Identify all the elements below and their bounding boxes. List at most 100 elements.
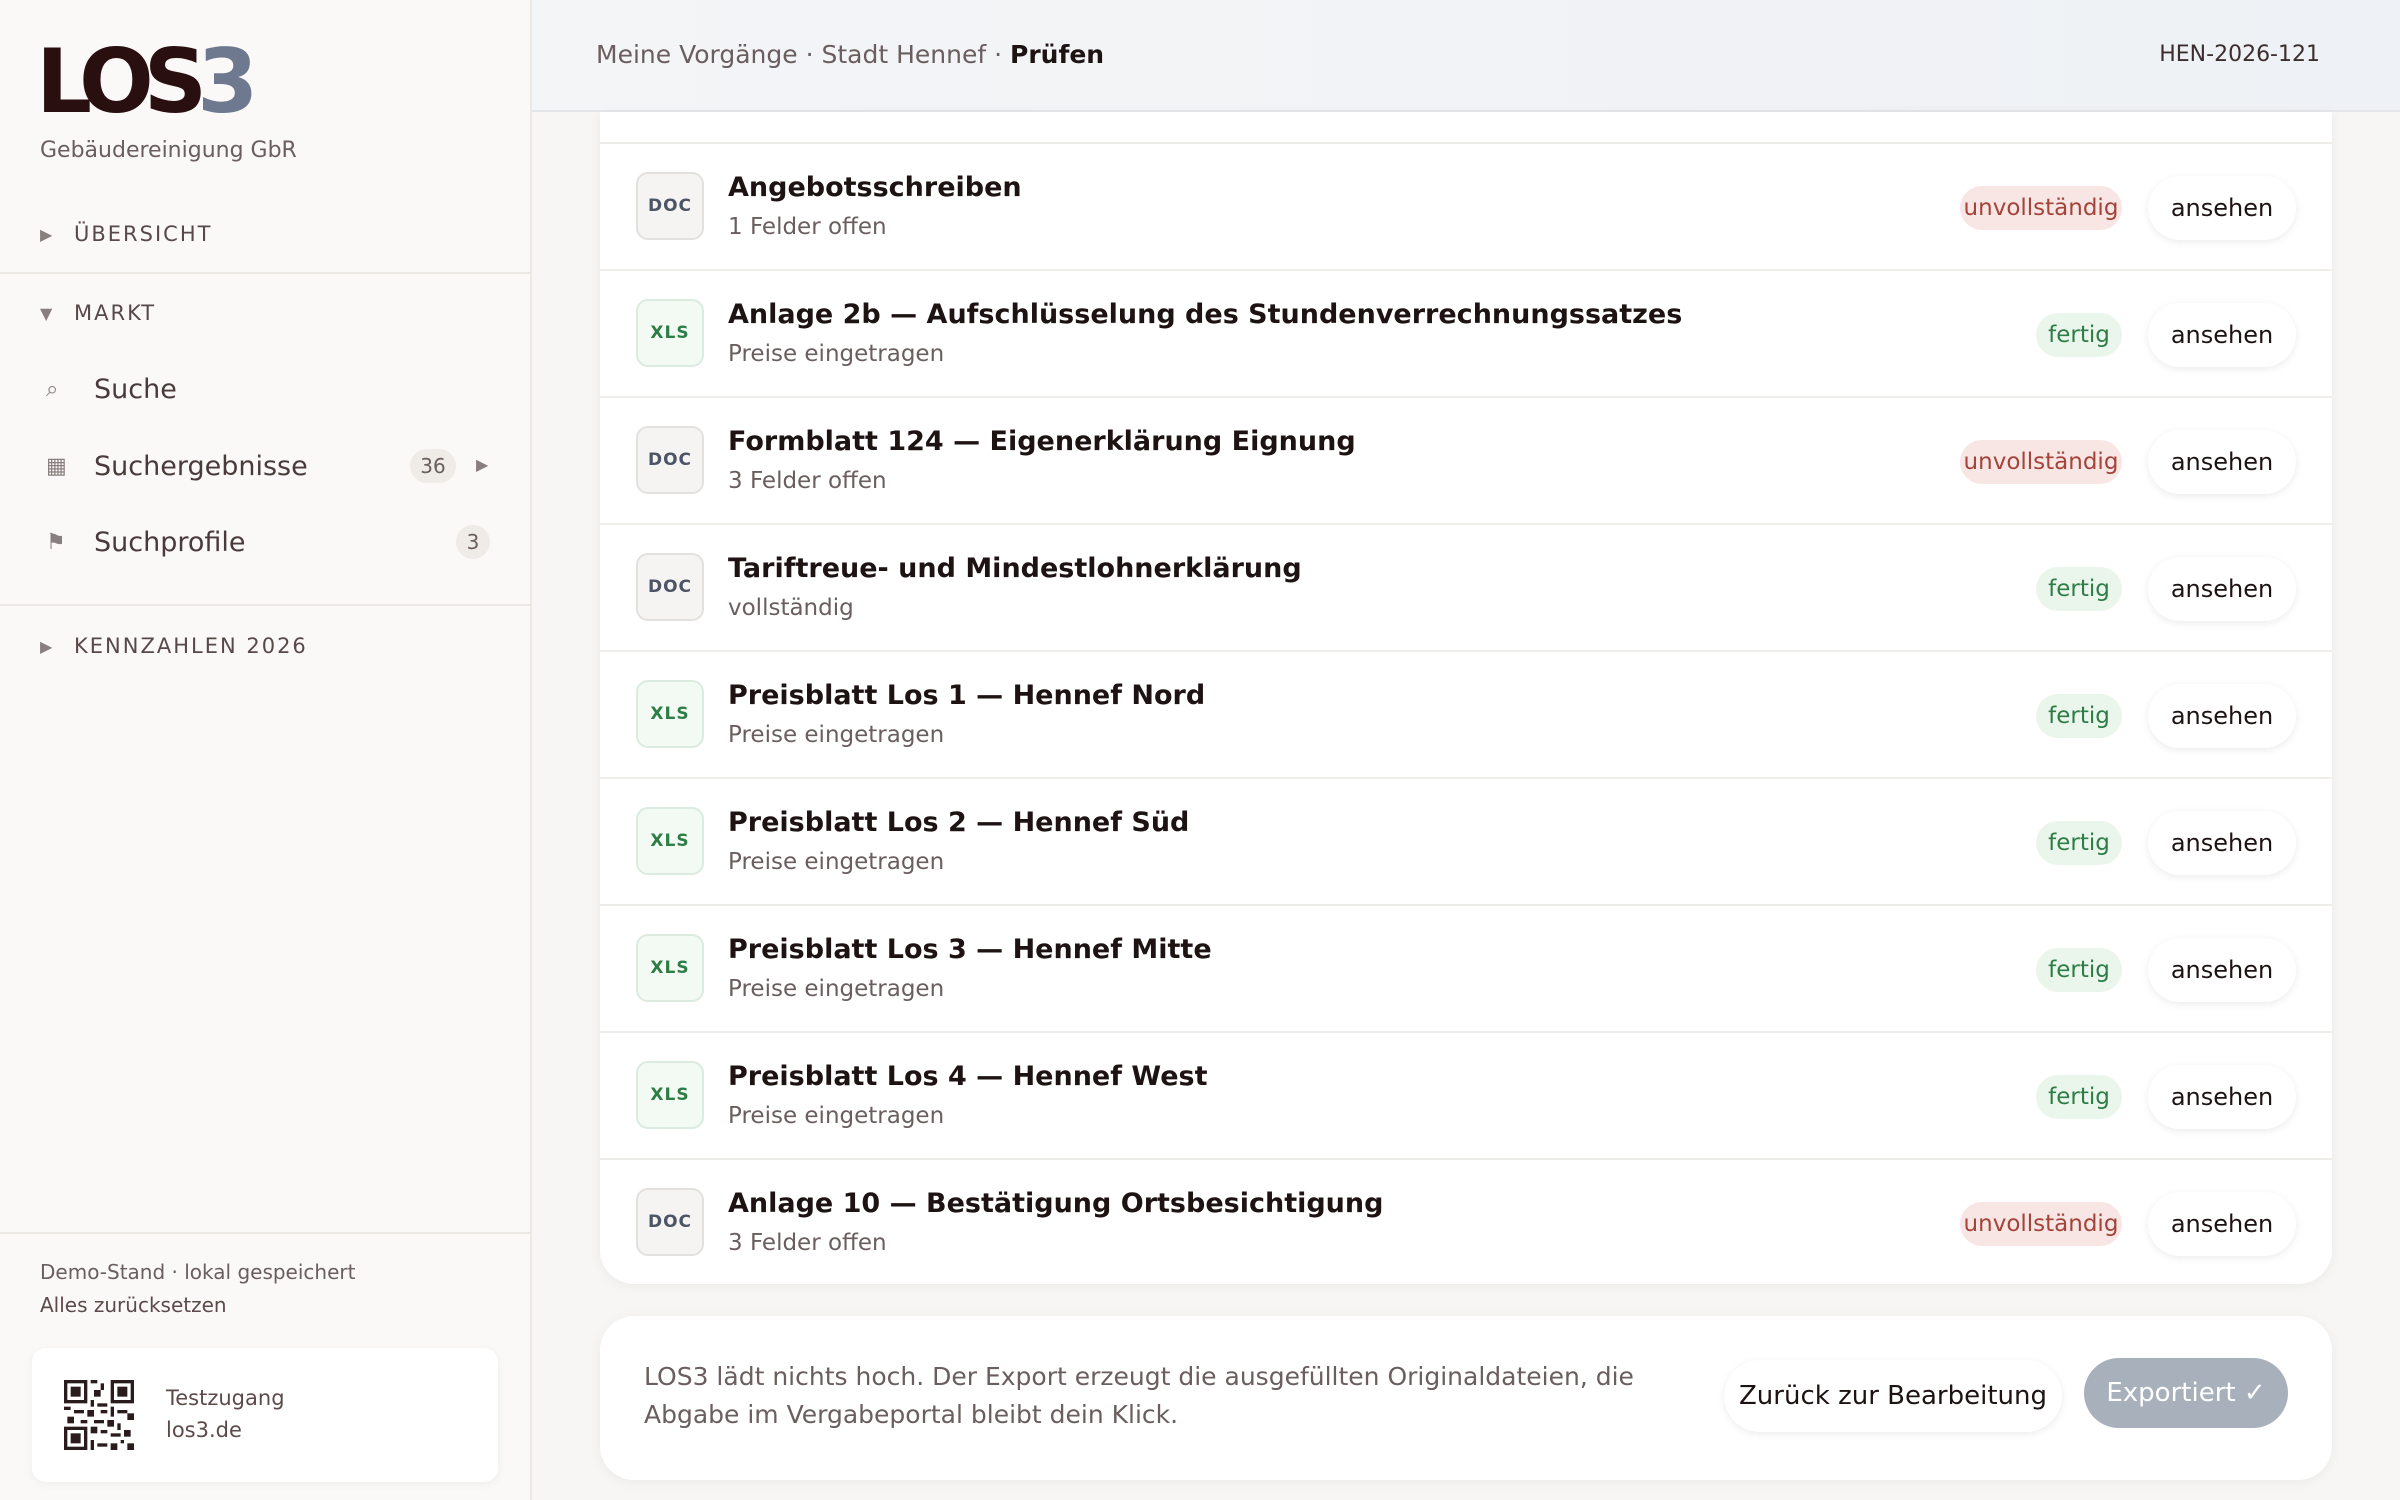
status-badge: fertig xyxy=(2036,567,2122,611)
xls-file-icon: XLS xyxy=(636,934,704,1002)
breadcrumb-separator: · xyxy=(986,40,1011,69)
document-subtitle: Preise eingetragen xyxy=(728,341,945,367)
document-title: Angebotsschreiben xyxy=(728,172,1022,203)
status-badge: unvollständig xyxy=(1960,440,2122,484)
demo-status: Demo-Stand · lokal gespeichert xyxy=(40,1260,356,1284)
breadcrumb: Meine Vorgänge · Stadt Hennef · Prüfen xyxy=(596,40,1104,69)
view-button[interactable]: ansehen xyxy=(2148,176,2296,240)
sidebar-item-label: Suchergebnisse xyxy=(94,450,308,482)
document-title: Tariftreue- und Mindestlohnerklärung xyxy=(728,553,1302,584)
view-button[interactable]: ansehen xyxy=(2148,1065,2296,1129)
sidebar-item-label: Suche xyxy=(94,373,177,405)
document-row: DOC Anlage 10 — Bestätigung Ortsbesichtig… xyxy=(600,1160,2332,1284)
document-title: Anlage 10 — Bestätigung Ortsbesichtigung xyxy=(728,1188,1384,1219)
top-bar: Meine Vorgänge · Stadt Hennef · Prüfen H… xyxy=(532,0,2400,112)
flag-icon: ⚑ xyxy=(46,529,66,555)
document-subtitle: 3 Felder offen xyxy=(728,468,887,494)
nav-section-label: ÜBERSICHT xyxy=(74,222,213,246)
document-row: DOC Angebotsschreiben 1 Felder offen unvoll… xyxy=(600,144,2332,271)
xls-file-icon: XLS xyxy=(636,680,704,748)
breadcrumb-current: Prüfen xyxy=(1010,40,1105,69)
search-icon: ⌕ xyxy=(46,376,59,402)
xls-file-icon: XLS xyxy=(636,1061,704,1129)
count-badge: 3 xyxy=(456,525,490,559)
document-row: DOC Tariftreue- und Mindestlohnerklärung v… xyxy=(600,525,2332,652)
document-subtitle: Preise eingetragen xyxy=(728,849,945,875)
sidebar-item-suchergebnisse[interactable]: ▦ Suchergebnisse 36 ▶ xyxy=(0,433,532,499)
document-row: XLS Anlage 2b — Aufschlüsselung des Stund… xyxy=(600,271,2332,398)
document-title: Preisblatt Los 3 — Hennef Mitte xyxy=(728,934,1212,965)
caret-right-icon[interactable]: ▶ xyxy=(476,455,488,474)
sidebar-item-suchprofile[interactable]: ⚑ Suchprofile 3 xyxy=(0,509,532,575)
view-button[interactable]: ansehen xyxy=(2148,684,2296,748)
status-badge: fertig xyxy=(2036,948,2122,992)
document-subtitle: 1 Felder offen xyxy=(728,214,887,240)
status-badge: unvollständig xyxy=(1960,186,2122,230)
document-row: XLS Preisblatt Los 4 — Hennef West Preise … xyxy=(600,1033,2332,1160)
breadcrumb-separator: · xyxy=(797,40,822,69)
export-button[interactable]: Exportiert ✓ xyxy=(2084,1358,2288,1428)
test-access-card[interactable]: Testzugang los3.de xyxy=(32,1348,498,1482)
view-button[interactable]: ansehen xyxy=(2148,303,2296,367)
sidebar-item-suche[interactable]: ⌕ Suche xyxy=(0,356,532,422)
qr-code-icon xyxy=(64,1380,134,1450)
status-badge: fertig xyxy=(2036,1075,2122,1119)
doc-file-icon: DOC xyxy=(636,426,704,494)
xls-file-icon: XLS xyxy=(636,807,704,875)
company-name: Gebäudereinigung GbR xyxy=(40,138,297,163)
document-subtitle: Preise eingetragen xyxy=(728,722,945,748)
sidebar: LOS3 Gebäudereinigung GbR ▶ ÜBERSICHT ▼ … xyxy=(0,0,532,1500)
caret-right-icon: ▶ xyxy=(40,224,55,244)
document-title: Formblatt 124 — Eigenerklärung Eignung xyxy=(728,426,1356,457)
view-button[interactable]: ansehen xyxy=(2148,430,2296,494)
back-to-edit-button[interactable]: Zurück zur Bearbeitung xyxy=(1724,1360,2062,1432)
divider xyxy=(0,604,532,606)
document-subtitle: Preise eingetragen xyxy=(728,1103,945,1129)
status-badge: fertig xyxy=(2036,313,2122,357)
xls-file-icon: XLS xyxy=(636,299,704,367)
test-access-label: Testzugang xyxy=(166,1386,285,1410)
view-button[interactable]: ansehen xyxy=(2148,1192,2296,1256)
logo: LOS3 xyxy=(36,38,258,126)
export-note: LOS3 lädt nichts hoch. Der Export erzeug… xyxy=(644,1362,1634,1429)
export-panel: LOS3 lädt nichts hoch. Der Export erzeug… xyxy=(600,1316,2332,1480)
document-title: Preisblatt Los 1 — Hennef Nord xyxy=(728,680,1206,711)
doc-file-icon: DOC xyxy=(636,553,704,621)
document-subtitle: vollständig xyxy=(728,595,854,621)
divider xyxy=(0,272,532,274)
count-badge: 36 xyxy=(410,449,456,483)
test-access-url: los3.de xyxy=(166,1418,242,1442)
status-badge: fertig xyxy=(2036,694,2122,738)
doc-file-icon: DOC xyxy=(636,1188,704,1256)
view-button[interactable]: ansehen xyxy=(2148,557,2296,621)
document-subtitle: Preise eingetragen xyxy=(728,976,945,1002)
logo-accent: 3 xyxy=(197,30,258,133)
document-row: XLS Preisblatt Los 3 — Hennef Mitte Preise… xyxy=(600,906,2332,1033)
nav-section-uebersicht[interactable]: ▶ ÜBERSICHT xyxy=(0,198,532,270)
document-title: Anlage 2b — Aufschlüsselung des Stundenv… xyxy=(728,299,1683,330)
case-id: HEN-2026-121 xyxy=(2159,42,2320,67)
view-button[interactable]: ansehen xyxy=(2148,811,2296,875)
breadcrumb-item-vorgaenge[interactable]: Meine Vorgänge xyxy=(596,40,798,69)
document-title: Preisblatt Los 2 — Hennef Süd xyxy=(728,807,1190,838)
document-subtitle: 3 Felder offen xyxy=(728,1230,887,1256)
document-row: DOC Formblatt 124 — Eigenerklärung Eignun… xyxy=(600,398,2332,525)
status-badge: fertig xyxy=(2036,821,2122,865)
status-badge: unvollständig xyxy=(1960,1202,2122,1246)
doc-file-icon: DOC xyxy=(636,172,704,240)
view-button[interactable]: ansehen xyxy=(2148,938,2296,1002)
document-list: DOC Angebotsschreiben 1 Felder offen unvoll… xyxy=(600,112,2332,1284)
document-row: XLS Preisblatt Los 2 — Hennef Süd Preise e… xyxy=(600,779,2332,906)
breadcrumb-item-stadt[interactable]: Stadt Hennef xyxy=(822,40,987,69)
grid-icon: ▦ xyxy=(46,453,67,479)
caret-down-icon: ▼ xyxy=(40,303,55,323)
nav-section-label: MARKT xyxy=(74,301,157,325)
caret-right-icon: ▶ xyxy=(40,636,55,656)
reset-link[interactable]: Alles zurücksetzen xyxy=(40,1293,227,1317)
divider xyxy=(0,1232,532,1234)
nav-section-markt[interactable]: ▼ MARKT xyxy=(0,277,532,349)
logo-main: LOS xyxy=(36,30,207,133)
nav-section-kennzahlen[interactable]: ▶ KENNZAHLEN 2026 xyxy=(0,610,532,682)
document-row: XLS Preisblatt Los 1 — Hennef Nord Preise … xyxy=(600,652,2332,779)
document-title: Preisblatt Los 4 — Hennef West xyxy=(728,1061,1208,1092)
